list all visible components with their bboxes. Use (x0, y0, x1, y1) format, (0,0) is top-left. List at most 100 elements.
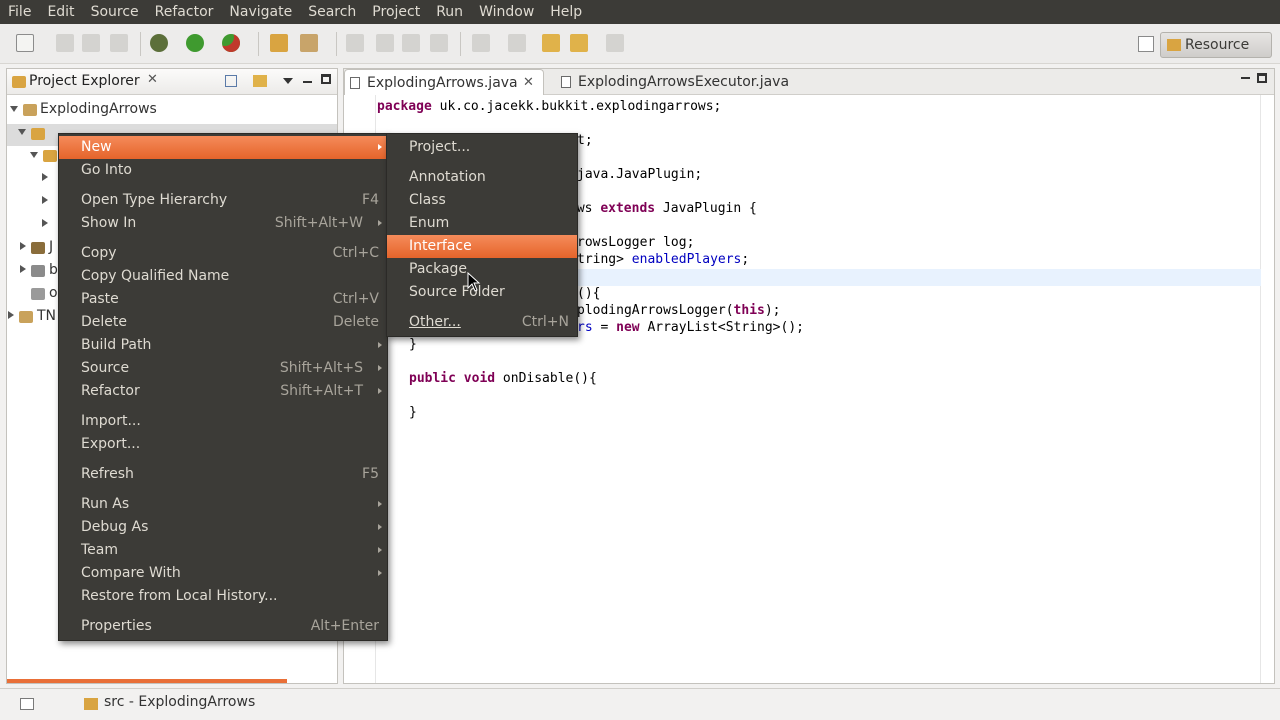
menu-project[interactable]: Project (364, 0, 428, 24)
expand-toggle[interactable] (20, 265, 26, 273)
tab-exploding-arrows[interactable]: ExplodingArrows.java ✕ (344, 69, 544, 95)
expand-toggle[interactable] (8, 311, 14, 319)
submenu-item-annotation[interactable]: Annotation (387, 166, 577, 189)
perspective-resource-button[interactable]: Resource (1160, 32, 1272, 58)
expand-toggle[interactable] (42, 173, 48, 181)
code-line-class-decl[interactable]: ows extends JavaPlugin { (569, 201, 757, 216)
toggle-mark-occurrences-icon[interactable] (376, 34, 394, 52)
show-whitespace-icon[interactable] (402, 34, 420, 52)
code-line-package[interactable]: package uk.co.jacekk.bukkit.explodingarr… (377, 99, 721, 114)
menu-source[interactable]: Source (83, 0, 147, 24)
tree-item-bin[interactable]: b (49, 262, 58, 278)
menu-item-new[interactable]: New (59, 136, 387, 159)
menu-search[interactable]: Search (300, 0, 364, 24)
tab-exploding-arrows-executor[interactable]: ExplodingArrowsExecutor.java (556, 69, 796, 95)
menu-refactor[interactable]: Refactor (147, 0, 222, 24)
expand-toggle[interactable] (42, 219, 48, 227)
submenu-item-package[interactable]: Package (387, 258, 577, 281)
menu-item-debug-as[interactable]: Debug As (59, 516, 387, 539)
menu-item-source[interactable]: Source Shift+Alt+S (59, 357, 387, 380)
menu-item-run-as[interactable]: Run As (59, 493, 387, 516)
close-icon[interactable]: ✕ (147, 72, 158, 87)
menu-navigate[interactable]: Navigate (221, 0, 300, 24)
expand-toggle[interactable] (42, 196, 48, 204)
menu-item-refactor[interactable]: Refactor Shift+Alt+T (59, 380, 387, 403)
expand-toggle[interactable] (30, 152, 38, 158)
menu-item-compare-with[interactable]: Compare With (59, 562, 387, 585)
tree-item-jre[interactable]: J (49, 239, 53, 255)
menu-item-show-in[interactable]: Show In Shift+Alt+W (59, 212, 387, 235)
jar-icon (31, 265, 45, 277)
new-wizard-icon[interactable] (16, 34, 34, 52)
menu-item-paste[interactable]: Paste Ctrl+V (59, 288, 387, 311)
tree-item-tn[interactable]: TN (37, 308, 56, 324)
menu-file[interactable]: File (0, 0, 39, 24)
menu-item-open-type-hierarchy[interactable]: Open Type Hierarchy F4 (59, 189, 387, 212)
code-line-on-enable[interactable]: (){ (577, 286, 600, 301)
run-icon[interactable] (186, 34, 204, 52)
code-line-players-init[interactable]: rs = new ArrayList<String>(); (577, 320, 804, 335)
expand-toggle[interactable] (10, 106, 18, 112)
code-line-field-log[interactable]: rowsLogger log; (577, 235, 694, 250)
menu-item-export[interactable]: Export... (59, 433, 387, 456)
open-perspective-icon[interactable] (1138, 36, 1154, 52)
code-line-close-brace[interactable]: } (409, 337, 417, 352)
view-menu-icon[interactable] (283, 78, 293, 84)
menu-item-copy-qualified-name[interactable]: Copy Qualified Name (59, 265, 387, 288)
forward-icon[interactable] (606, 34, 624, 52)
expand-toggle[interactable] (20, 242, 26, 250)
menu-item-go-into[interactable]: Go Into (59, 159, 387, 182)
tree-item-project[interactable]: ExplodingArrows (40, 101, 157, 117)
submenu-item-enum[interactable]: Enum (387, 212, 577, 235)
code-line-field-players[interactable]: tring> enabledPlayers; (577, 252, 749, 267)
debug-icon[interactable] (150, 34, 168, 52)
submenu-item-other[interactable]: Other... Ctrl+N (387, 311, 577, 334)
close-icon[interactable]: ✕ (523, 70, 534, 96)
menu-item-import[interactable]: Import... (59, 410, 387, 433)
link-with-editor-icon[interactable] (253, 75, 267, 87)
minimize-icon[interactable] (303, 81, 312, 83)
expand-toggle[interactable] (18, 129, 26, 135)
java-file-icon (350, 77, 360, 89)
last-edit-location-icon[interactable] (542, 34, 560, 52)
tree-item-other[interactable]: o (49, 285, 58, 301)
back-icon[interactable] (570, 34, 588, 52)
fast-view-icon[interactable] (20, 698, 34, 710)
menu-item-delete[interactable]: Delete Delete (59, 311, 387, 334)
save-icon[interactable] (56, 34, 74, 52)
code-line-close-brace[interactable]: } (409, 405, 417, 420)
code-line-import-1[interactable]: t; (577, 133, 593, 148)
menu-item-restore-local-history[interactable]: Restore from Local History... (59, 585, 387, 608)
menu-item-properties[interactable]: Properties Alt+Enter (59, 615, 387, 638)
next-annotation-icon[interactable] (472, 34, 490, 52)
save-all-icon[interactable] (82, 34, 100, 52)
menu-edit[interactable]: Edit (39, 0, 82, 24)
block-selection-icon[interactable] (430, 34, 448, 52)
maximize-icon[interactable] (1257, 73, 1267, 83)
maximize-icon[interactable] (321, 74, 331, 84)
code-line-import-2[interactable]: java.JavaPlugin; (577, 167, 702, 182)
submenu-item-class[interactable]: Class (387, 189, 577, 212)
print-icon[interactable] (110, 34, 128, 52)
open-type-icon[interactable] (270, 34, 288, 52)
collapse-all-icon[interactable] (225, 75, 237, 87)
menu-window[interactable]: Window (471, 0, 542, 24)
explorer-scrollbar[interactable] (7, 679, 287, 683)
submenu-item-interface[interactable]: Interface (387, 235, 577, 258)
menu-item-refresh[interactable]: Refresh F5 (59, 463, 387, 486)
code-line-on-disable[interactable]: public void onDisable(){ (409, 371, 597, 386)
toggle-annotation-icon[interactable] (346, 34, 364, 52)
external-tools-icon[interactable] (222, 34, 240, 52)
code-line-logger-init[interactable]: plodingArrowsLogger(this); (577, 303, 781, 318)
menu-run[interactable]: Run (428, 0, 471, 24)
search-icon[interactable] (300, 34, 318, 52)
minimize-icon[interactable] (1241, 77, 1250, 79)
menu-item-team[interactable]: Team (59, 539, 387, 562)
menu-item-build-path[interactable]: Build Path (59, 334, 387, 357)
previous-annotation-icon[interactable] (508, 34, 526, 52)
menu-item-copy[interactable]: Copy Ctrl+C (59, 242, 387, 265)
project-explorer-tab[interactable]: Project Explorer ✕ (7, 69, 337, 95)
submenu-item-project[interactable]: Project... (387, 136, 577, 159)
submenu-item-source-folder[interactable]: Source Folder (387, 281, 577, 304)
menu-help[interactable]: Help (542, 0, 590, 24)
